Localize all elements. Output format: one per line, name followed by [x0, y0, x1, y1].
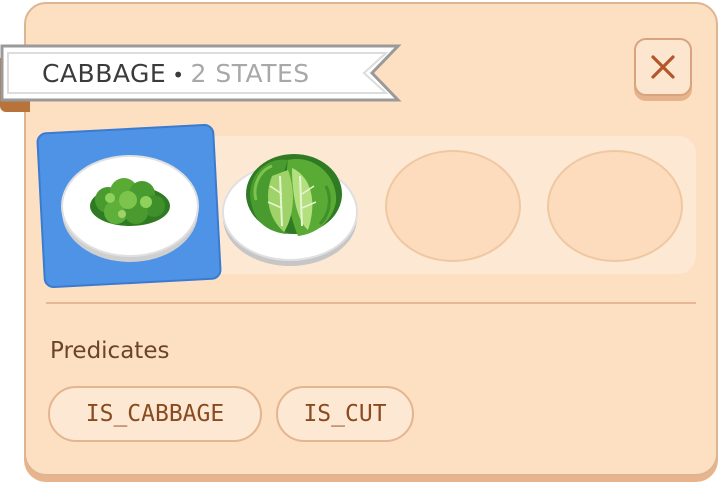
state-slot-whole-cabbage[interactable] — [222, 146, 360, 268]
title-separator: • — [172, 63, 185, 87]
state-count: 2 STATES — [190, 59, 310, 88]
predicates-title: Predicates — [50, 338, 170, 364]
predicate-chip-is-cabbage[interactable]: IS_CABBAGE — [48, 386, 262, 442]
whole-cabbage-icon — [222, 154, 358, 266]
close-icon — [651, 55, 675, 79]
state-slot-cut-cabbage[interactable] — [60, 150, 200, 264]
title-banner: CABBAGE • 2 STATES — [0, 44, 402, 102]
predicate-chip-is-cut[interactable]: IS_CUT — [276, 386, 414, 442]
item-name: CABBAGE — [42, 59, 167, 88]
state-slot-empty-2[interactable] — [547, 150, 683, 262]
divider — [46, 302, 696, 304]
state-slot-empty-1[interactable] — [385, 150, 521, 262]
close-button[interactable] — [634, 38, 692, 96]
cut-cabbage-icon — [61, 155, 199, 262]
